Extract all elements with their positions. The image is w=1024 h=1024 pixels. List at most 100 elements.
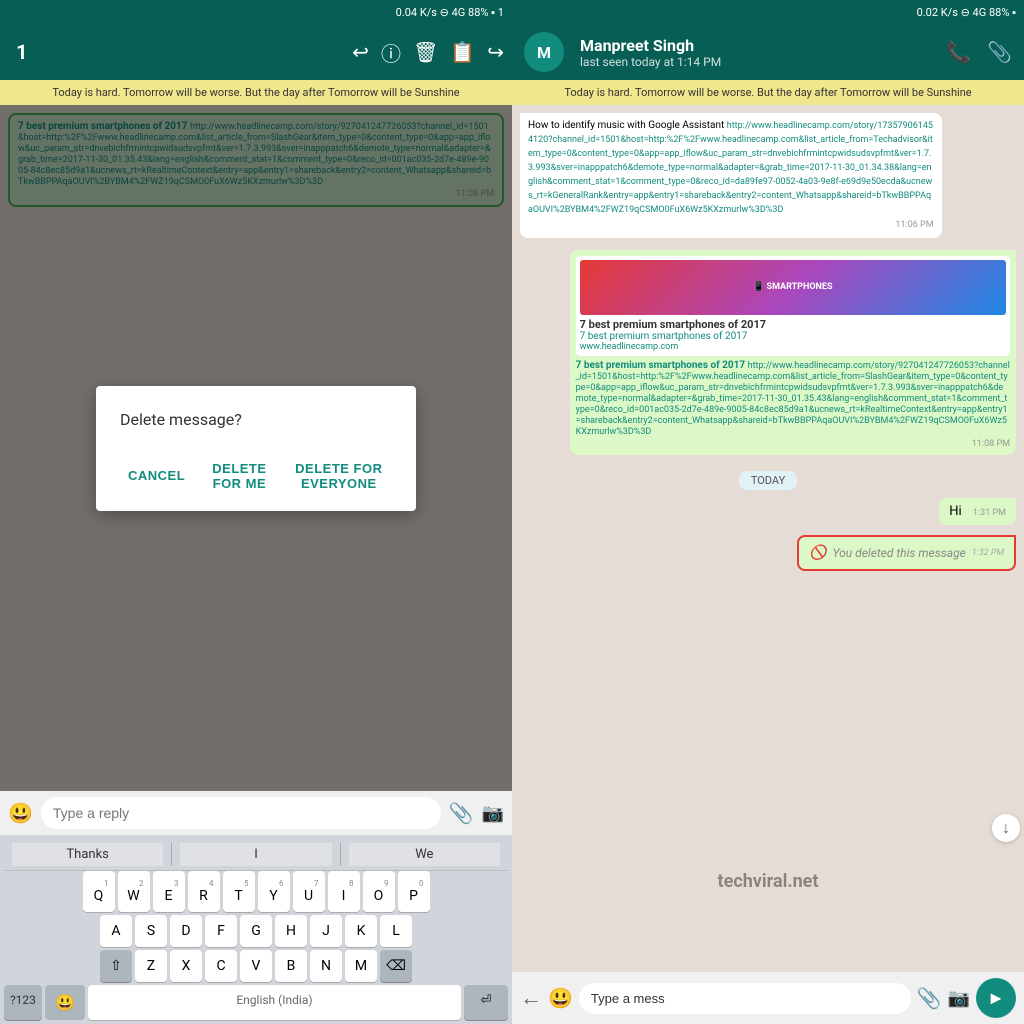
key-w[interactable]: 2W <box>118 871 150 912</box>
left-notification: Today is hard. Tomorrow will be worse. B… <box>0 80 512 105</box>
key-shift[interactable]: ⇧ <box>100 950 132 982</box>
contact-status: last seen today at 1:14 PM <box>580 55 938 69</box>
delete-icon[interactable]: 🗑 <box>413 40 438 64</box>
left-panel: 0.04 K/s ⊖ 4G 88% ▪ 1 1 ↩ ⓘ 🗑 📋 ↪ Today … <box>0 0 512 1024</box>
today-label: TODAY <box>739 471 797 490</box>
key-y[interactable]: 6Y <box>258 871 290 912</box>
msg1-link[interactable]: http://www.headlinecamp.com/story/173579… <box>528 121 933 215</box>
link-preview-title: 7 best premium smartphones of 2017 <box>580 318 1006 331</box>
delete-for-everyone-button[interactable]: DELETE FOR EVERYONE <box>286 453 392 499</box>
right-attach-icon[interactable]: 📎 <box>917 986 942 1010</box>
cancel-button[interactable]: CANCEL <box>120 453 193 499</box>
dialog-buttons: CANCEL DELETE FOR ME DELETE FOR EVERYONE <box>120 453 392 499</box>
watermark: techviral.net <box>718 871 819 892</box>
reply-icon[interactable]: ↩ <box>352 40 369 64</box>
emoji-icon[interactable]: 😃 <box>8 801 33 825</box>
deleted-icon: 🚫 <box>809 545 826 561</box>
msg2-time: 11:08 PM <box>576 439 1010 449</box>
right-chat-area[interactable]: How to identify music with Google Assist… <box>512 105 1024 972</box>
suggestion-we[interactable]: We <box>349 843 500 866</box>
send-button[interactable]: ► <box>976 978 1016 1018</box>
key-space[interactable]: English (India) <box>88 985 461 1020</box>
key-l[interactable]: L <box>380 915 412 947</box>
message-sent-2: 📱 SMARTPHONES 7 best premium smartphones… <box>520 250 1016 455</box>
right-toolbar: M Manpreet Singh last seen today at 1:14… <box>512 24 1024 80</box>
key-emoji[interactable]: 😃 <box>45 985 85 1020</box>
key-k[interactable]: K <box>345 915 377 947</box>
key-b[interactable]: B <box>275 950 307 982</box>
delete-dialog: Delete message? CANCEL DELETE FOR ME DEL… <box>96 386 416 511</box>
hi-text: Hi <box>949 504 961 519</box>
keyboard-row-1: 1Q 2W 3E 4R 5T 6Y 7U 8I 9O 0P <box>4 871 508 912</box>
msg2-link: http://www.headlinecamp.com/story/927041… <box>576 361 1010 437</box>
left-camera-icon[interactable]: 📷 <box>482 803 504 824</box>
key-g[interactable]: G <box>240 915 272 947</box>
key-123[interactable]: ?123 <box>4 985 42 1020</box>
deleted-message-container: 🚫 You deleted this message 1:32 PM <box>520 535 1016 571</box>
key-d[interactable]: D <box>170 915 202 947</box>
key-f[interactable]: F <box>205 915 237 947</box>
right-input-area: ← 😃 📎 📷 ► <box>512 972 1024 1024</box>
forward-icon[interactable]: ↪ <box>487 40 504 64</box>
key-n[interactable]: N <box>310 950 342 982</box>
link-preview-image: 📱 SMARTPHONES <box>580 260 1006 315</box>
left-toolbar: 1 ↩ ⓘ 🗑 📋 ↪ <box>0 24 512 80</box>
key-i[interactable]: 8I <box>328 871 360 912</box>
selection-count: 1 <box>16 40 27 64</box>
right-message-input[interactable] <box>579 983 911 1014</box>
key-u[interactable]: 7U <box>293 871 325 912</box>
key-j[interactable]: J <box>310 915 342 947</box>
msg1-text: How to identify music with Google Assist… <box>528 120 727 131</box>
suggestion-row: Thanks I We <box>4 839 508 871</box>
key-t[interactable]: 5T <box>223 871 255 912</box>
copy-icon[interactable]: 📋 <box>450 40 475 64</box>
left-message-input[interactable] <box>41 797 441 829</box>
right-status-text: 0.02 K/s ⊖ 4G 88% ▪ <box>917 6 1016 19</box>
hi-message-container: Hi 1:31 PM <box>520 498 1016 529</box>
suggestion-i[interactable]: I <box>180 843 331 866</box>
key-x[interactable]: X <box>170 950 202 982</box>
key-o[interactable]: 9O <box>363 871 395 912</box>
key-m[interactable]: M <box>345 950 377 982</box>
scroll-down-indicator[interactable]: ↓ <box>992 814 1020 842</box>
keyboard-row-2: A S D F G H J K L <box>4 915 508 947</box>
key-r[interactable]: 4R <box>188 871 220 912</box>
right-emoji-icon[interactable]: 😃 <box>548 986 573 1010</box>
left-status-bar: 0.04 K/s ⊖ 4G 88% ▪ 1 <box>0 0 512 24</box>
keyboard-row-3: ⇧ Z X C V B N M ⌫ <box>4 950 508 982</box>
key-h[interactable]: H <box>275 915 307 947</box>
contact-name: Manpreet Singh <box>580 36 938 55</box>
delete-overlay: Delete message? CANCEL DELETE FOR ME DEL… <box>0 105 512 791</box>
suggestion-thanks[interactable]: Thanks <box>12 843 163 866</box>
info-icon[interactable]: ⓘ <box>381 38 401 67</box>
hi-time: 1:31 PM <box>973 508 1006 518</box>
key-p[interactable]: 0P <box>398 871 430 912</box>
right-back-icon[interactable]: ← <box>520 985 542 1011</box>
key-v[interactable]: V <box>240 950 272 982</box>
key-c[interactable]: C <box>205 950 237 982</box>
right-status-bar: 0.02 K/s ⊖ 4G 88% ▪ <box>512 0 1024 24</box>
phone-icon[interactable]: 📞 <box>946 40 971 64</box>
link-preview-url: 7 best premium smartphones of 2017 <box>580 331 1006 342</box>
key-e[interactable]: 3E <box>153 871 185 912</box>
keyboard: Thanks I We 1Q 2W 3E 4R 5T 6Y 7U 8I 9O 0… <box>0 835 512 1024</box>
message-received-1: How to identify music with Google Assist… <box>520 113 1016 244</box>
key-s[interactable]: S <box>135 915 167 947</box>
link-preview-card: 📱 SMARTPHONES 7 best premium smartphones… <box>576 256 1010 356</box>
key-enter[interactable]: ⏎ <box>464 985 508 1020</box>
dialog-title: Delete message? <box>120 410 392 429</box>
key-backspace[interactable]: ⌫ <box>380 950 412 982</box>
delete-for-me-button[interactable]: DELETE FOR ME <box>201 453 277 499</box>
attachment-icon[interactable]: 📎 <box>987 40 1012 64</box>
msg2-text-title: 7 best premium smartphones of 2017 <box>576 360 748 371</box>
key-a[interactable]: A <box>100 915 132 947</box>
key-q[interactable]: 1Q <box>83 871 115 912</box>
left-attach-icon[interactable]: 📎 <box>449 801 474 825</box>
right-notification: Today is hard. Tomorrow will be worse. B… <box>512 80 1024 105</box>
contact-avatar[interactable]: M <box>524 32 564 72</box>
link-preview-domain: www.headlinecamp.com <box>580 342 1006 352</box>
left-status-text: 0.04 K/s ⊖ 4G 88% ▪ 1 <box>396 6 504 19</box>
deleted-time: 1:32 PM <box>972 548 1004 558</box>
right-camera-icon[interactable]: 📷 <box>948 988 970 1009</box>
key-z[interactable]: Z <box>135 950 167 982</box>
